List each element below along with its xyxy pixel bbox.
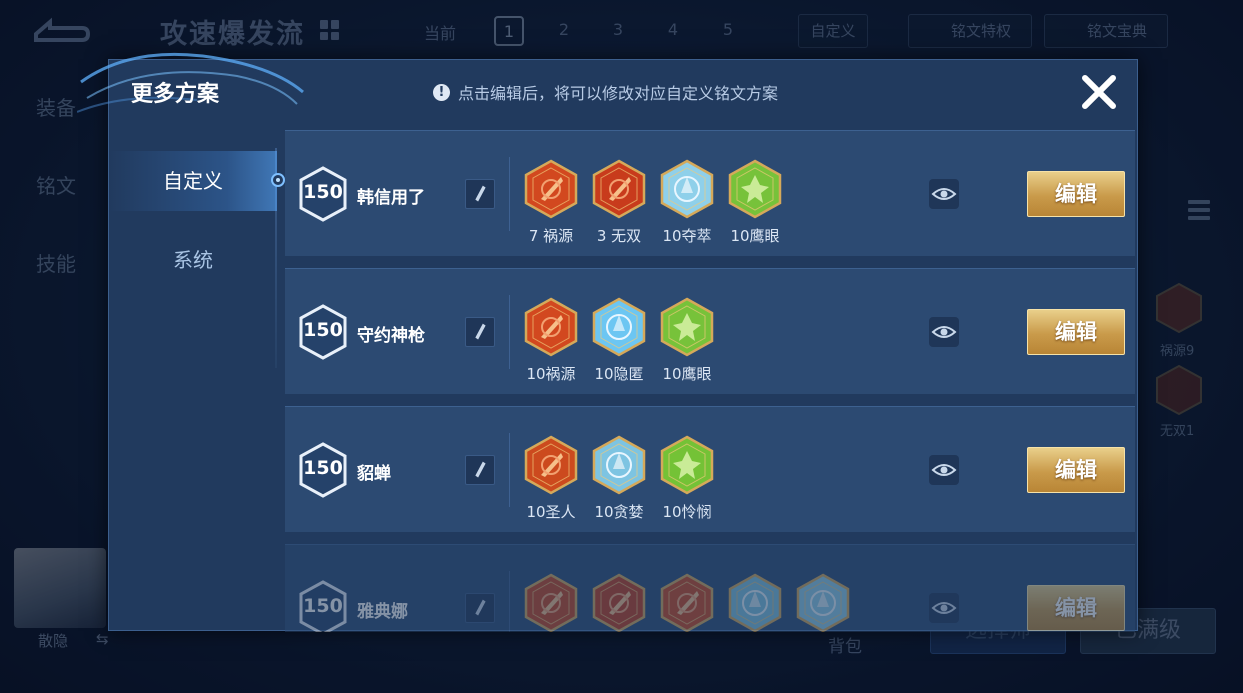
red-rune-icon bbox=[592, 159, 646, 219]
red-rune-icon bbox=[660, 573, 714, 632]
close-icon[interactable] bbox=[1077, 70, 1121, 114]
rune-label: 3 无双 bbox=[596, 227, 642, 245]
rune-label: 10怜悯 bbox=[662, 503, 712, 521]
nav-item-custom[interactable]: 自定义 bbox=[109, 151, 285, 211]
left-nav: 自定义 系统 bbox=[109, 128, 285, 632]
rune-label: 10鹰眼 bbox=[662, 365, 712, 383]
more-plans-modal: 更多方案 ! 点击编辑后，将可以修改对应自定义铭文方案 自定义 系统 150 韩信… bbox=[77, 52, 1138, 632]
blue-rune-icon bbox=[660, 159, 714, 219]
nav-item-system[interactable]: 系统 bbox=[109, 230, 277, 290]
modal-header: 更多方案 ! 点击编辑后，将可以修改对应自定义铭文方案 bbox=[77, 52, 1137, 128]
preview-button[interactable] bbox=[929, 593, 959, 623]
card-divider bbox=[509, 157, 510, 231]
blue-rune-icon bbox=[592, 435, 646, 495]
nav-item-label: 自定义 bbox=[163, 169, 223, 193]
selected-dot-icon bbox=[271, 173, 285, 187]
rune-label: 10祸源 bbox=[526, 365, 576, 383]
eye-icon bbox=[931, 188, 957, 200]
preview-button[interactable] bbox=[929, 317, 959, 347]
rune-label: 10圣人 bbox=[526, 503, 576, 521]
blue-rune-icon bbox=[592, 297, 646, 357]
red-rune-icon bbox=[524, 573, 578, 632]
plan-list[interactable]: 150 韩信用了 7 祸源 3 无双 10夺萃 10鹰眼 编辑 150 守约神枪 10祸源 10隐匿… bbox=[285, 130, 1135, 632]
red-rune-icon bbox=[592, 573, 646, 632]
preview-button[interactable] bbox=[929, 455, 959, 485]
blue-rune-icon bbox=[728, 573, 782, 632]
level-number: 150 bbox=[303, 457, 343, 479]
info-icon: ! bbox=[433, 83, 450, 101]
nav-item-label: 系统 bbox=[173, 248, 213, 272]
plan-name: 韩信用了 bbox=[357, 188, 425, 208]
level-number: 150 bbox=[303, 319, 343, 341]
rune-label: 10隐匿 bbox=[594, 365, 644, 383]
rename-button[interactable] bbox=[465, 455, 495, 485]
plan-name: 雅典娜 bbox=[357, 602, 408, 622]
level-number: 150 bbox=[303, 595, 343, 617]
plan-name: 守约神枪 bbox=[357, 326, 425, 346]
rune-label: 10贪婪 bbox=[594, 503, 644, 521]
pen-icon bbox=[475, 461, 486, 478]
rename-button[interactable] bbox=[465, 593, 495, 623]
pen-icon bbox=[475, 323, 486, 340]
eye-icon bbox=[931, 464, 957, 476]
preview-button[interactable] bbox=[929, 179, 959, 209]
red-rune-icon bbox=[524, 159, 578, 219]
card-divider bbox=[509, 571, 510, 632]
red-rune-icon bbox=[524, 435, 578, 495]
rune-label: 7 祸源 bbox=[528, 227, 574, 245]
eye-icon bbox=[931, 326, 957, 338]
card-divider bbox=[509, 295, 510, 369]
edit-button[interactable]: 编辑 bbox=[1027, 585, 1125, 631]
red-rune-icon bbox=[524, 297, 578, 357]
rune-label: 10夺萃 bbox=[662, 227, 712, 245]
pen-icon bbox=[475, 185, 486, 202]
edit-button[interactable]: 编辑 bbox=[1027, 171, 1125, 217]
edit-button[interactable]: 编辑 bbox=[1027, 447, 1125, 493]
level-number: 150 bbox=[303, 181, 343, 203]
green-rune-icon bbox=[728, 159, 782, 219]
plan-card: 150 守约神枪 10祸源 10隐匿 10鹰眼 编辑 bbox=[285, 268, 1135, 394]
rename-button[interactable] bbox=[465, 179, 495, 209]
eye-icon bbox=[931, 602, 957, 614]
hint-text: 点击编辑后，将可以修改对应自定义铭文方案 bbox=[458, 84, 779, 103]
hint: ! 点击编辑后，将可以修改对应自定义铭文方案 bbox=[433, 80, 778, 104]
rename-button[interactable] bbox=[465, 317, 495, 347]
modal-title: 更多方案 bbox=[131, 82, 220, 107]
blue-rune-icon bbox=[796, 573, 850, 632]
pen-icon bbox=[475, 599, 486, 616]
edit-button[interactable]: 编辑 bbox=[1027, 309, 1125, 355]
green-rune-icon bbox=[660, 435, 714, 495]
green-rune-icon bbox=[660, 297, 714, 357]
plan-name: 貂蝉 bbox=[357, 464, 391, 484]
plan-card: 150 貂蝉 10圣人 10贪婪 10怜悯 编辑 bbox=[285, 406, 1135, 532]
card-divider bbox=[509, 433, 510, 507]
plan-card: 150 雅典娜 编辑 bbox=[285, 544, 1135, 632]
rune-label: 10鹰眼 bbox=[730, 227, 780, 245]
plan-card: 150 韩信用了 7 祸源 3 无双 10夺萃 10鹰眼 编辑 bbox=[285, 130, 1135, 256]
